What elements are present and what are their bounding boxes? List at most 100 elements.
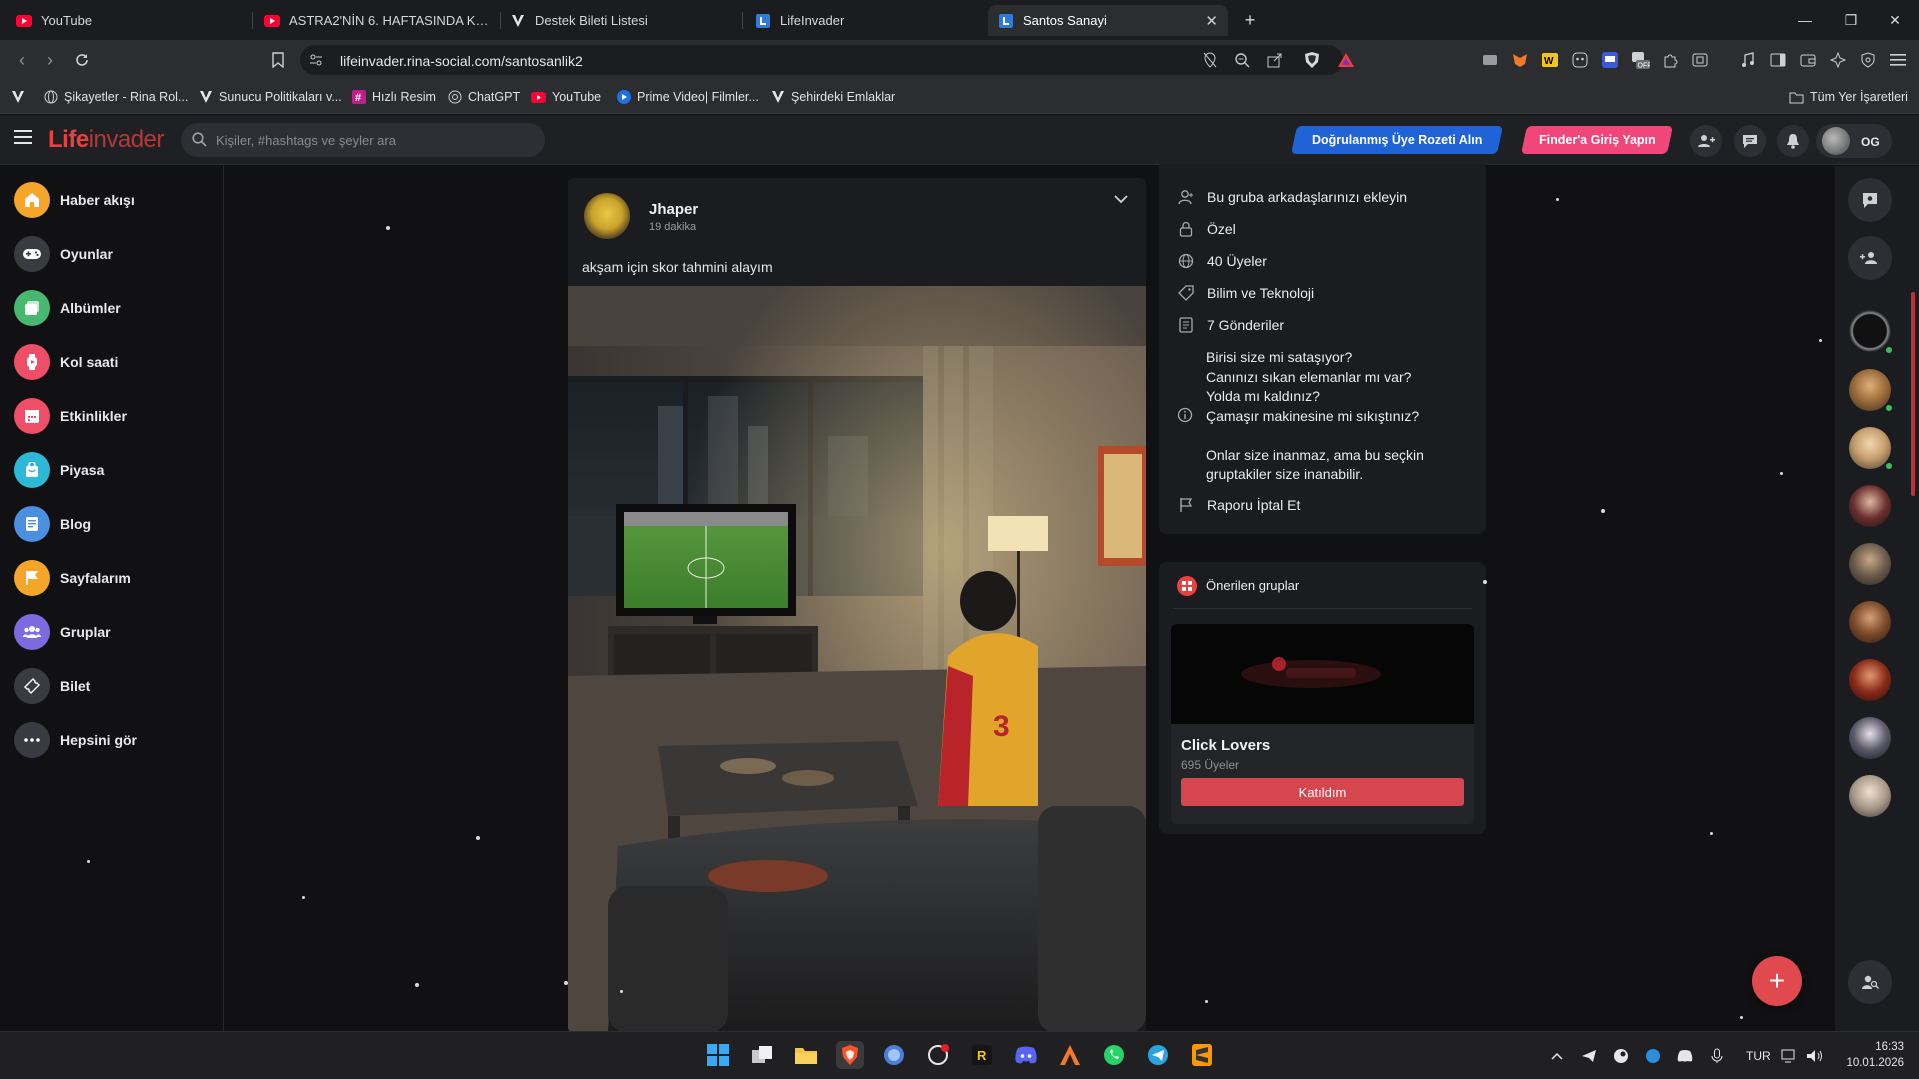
bookmark-hizli-resim[interactable]: # Hızlı Resim <box>351 88 436 106</box>
sidebar-item-gruplar[interactable]: Gruplar <box>14 614 111 650</box>
all-bookmarks[interactable]: Tüm Yer İşaretleri <box>1789 88 1908 106</box>
scrollbar[interactable] <box>1911 292 1915 496</box>
whatsapp-button[interactable] <box>1100 1041 1128 1069</box>
hamburger-menu-icon[interactable] <box>14 130 32 144</box>
sidebar-item-sayfalarim[interactable]: Sayfalarım <box>14 560 131 596</box>
sublime-text-button[interactable] <box>1188 1041 1216 1069</box>
zoom-icon[interactable] <box>1232 50 1252 70</box>
find-friends-button[interactable] <box>1848 960 1892 1004</box>
app-a-button[interactable] <box>1056 1041 1084 1069</box>
close-tab-icon[interactable]: ✕ <box>1205 12 1218 30</box>
friend-avatar[interactable] <box>1849 485 1891 527</box>
sidebar-item-bilet[interactable]: Bilet <box>14 668 90 704</box>
post-image[interactable]: 3 <box>568 286 1146 1033</box>
friend-avatar[interactable] <box>1849 369 1891 411</box>
lifeinvader-logo[interactable]: Lifeinvader <box>48 126 164 154</box>
share-icon[interactable] <box>1265 50 1285 70</box>
tray-steam-icon[interactable] <box>1612 1047 1630 1065</box>
bookmark-sikayetler[interactable]: Şikayetler - Rina Rol... <box>43 88 188 106</box>
verified-badge-button[interactable]: Doğrulanmış Üye Rozeti Alın <box>1291 126 1503 154</box>
tab-lifeinvader[interactable]: LifeInvader <box>745 5 985 36</box>
extension-off-icon[interactable]: OFF <box>1630 50 1650 70</box>
friend-avatar[interactable] <box>1849 543 1891 585</box>
tray-chevron-up-icon[interactable] <box>1548 1047 1566 1065</box>
bookmark-v[interactable] <box>10 88 31 106</box>
chat-button[interactable] <box>1848 178 1892 222</box>
app-refresh-button[interactable] <box>924 1041 952 1069</box>
report-row[interactable]: Raporu İptal Et <box>1177 496 1300 515</box>
suggested-group-item[interactable]: Click Lovers 695 Üyeler Katıldım <box>1171 624 1474 824</box>
brave-browser-button[interactable] <box>836 1041 864 1069</box>
discord-button[interactable] <box>1012 1041 1040 1069</box>
file-explorer-button[interactable] <box>792 1041 820 1069</box>
sidebar-toggle-icon[interactable] <box>1768 50 1788 70</box>
extension-icon[interactable] <box>1480 50 1500 70</box>
extension-fox-icon[interactable] <box>1510 50 1530 70</box>
friend-avatar[interactable] <box>1849 717 1891 759</box>
tab-youtube[interactable]: YouTube <box>6 5 251 36</box>
user-avatar[interactable] <box>1822 127 1850 155</box>
bookmark-sehirdeki-emlaklar[interactable]: Şehirdeki Emlaklar <box>770 88 895 106</box>
app-r-button[interactable]: R <box>968 1041 996 1069</box>
post-author-name[interactable]: Jhaper <box>649 201 698 218</box>
group-chat-button[interactable] <box>1848 236 1892 280</box>
friend-avatar[interactable] <box>1849 659 1891 701</box>
sidebar-item-oyunlar[interactable]: Oyunlar <box>14 236 113 272</box>
sidebar-item-piyasa[interactable]: Piyasa <box>14 452 104 488</box>
bookmark-sunucu-politikalari[interactable]: Sunucu Politikaları v... <box>198 88 342 106</box>
close-window-button[interactable]: ✕ <box>1880 8 1910 32</box>
extension-w-icon[interactable]: W <box>1540 50 1560 70</box>
bookmark-youtube[interactable]: YouTube <box>531 88 601 106</box>
joined-button[interactable]: Katıldım <box>1181 778 1464 806</box>
chevron-down-icon[interactable] <box>1114 194 1128 208</box>
location-off-icon[interactable] <box>1200 50 1220 70</box>
friend-avatar[interactable] <box>1849 601 1891 643</box>
menu-icon[interactable] <box>1888 50 1908 70</box>
bookmark-prime-video[interactable]: Prime Video| Filmler... <box>616 88 759 106</box>
restore-button[interactable]: ❐ <box>1836 8 1866 32</box>
bookmark-chatgpt[interactable]: ChatGPT <box>447 88 520 106</box>
create-post-button[interactable]: + <box>1752 956 1802 1006</box>
brave-shield-icon[interactable] <box>1302 50 1322 70</box>
wallet-icon[interactable] <box>1798 50 1818 70</box>
network-icon[interactable] <box>1780 1047 1798 1065</box>
brave-rewards-icon[interactable] <box>1336 50 1356 70</box>
sidebar-item-haber-akisi[interactable]: Haber akışı <box>14 182 135 218</box>
friend-requests-button[interactable] <box>1690 125 1722 157</box>
tray-discord-icon[interactable] <box>1676 1047 1694 1065</box>
messages-button[interactable] <box>1734 125 1766 157</box>
task-view-button[interactable] <box>748 1041 776 1069</box>
sidebar-item-hepsini-gor[interactable]: Hepsini gör <box>14 722 137 758</box>
forward-button[interactable]: › <box>38 48 62 72</box>
group-name[interactable]: Click Lovers <box>1181 737 1270 754</box>
post-author-avatar[interactable] <box>584 193 630 239</box>
tray-telegram-icon[interactable] <box>1580 1047 1598 1065</box>
reload-button[interactable] <box>70 48 94 72</box>
friend-avatar[interactable] <box>1849 427 1891 469</box>
finder-login-button[interactable]: Finder'a Giriş Yapın <box>1521 126 1673 154</box>
app-circle-button[interactable] <box>880 1041 908 1069</box>
site-settings-icon[interactable] <box>306 50 326 70</box>
tab-astra2[interactable]: ASTRA2'NİN 6. HAFTASINDA KAZAN... <box>254 5 499 36</box>
friend-avatar[interactable] <box>1849 775 1891 817</box>
volume-icon[interactable] <box>1806 1047 1824 1065</box>
tray-blue-circle-icon[interactable] <box>1644 1047 1662 1065</box>
extension-screenshot-icon[interactable] <box>1690 50 1710 70</box>
sidebar-item-albumler[interactable]: Albümler <box>14 290 121 326</box>
extension-face-icon[interactable] <box>1570 50 1590 70</box>
tab-destek-bileti[interactable]: Destek Bileti Listesi <box>500 5 745 36</box>
notifications-button[interactable] <box>1777 125 1809 157</box>
friend-avatar[interactable] <box>1849 310 1891 352</box>
sidebar-item-blog[interactable]: Blog <box>14 506 91 542</box>
extensions-puzzle-icon[interactable] <box>1660 50 1680 70</box>
group-thumbnail[interactable] <box>1171 624 1474 724</box>
vpn-shield-icon[interactable] <box>1858 50 1878 70</box>
bookmark-page-icon[interactable] <box>268 50 288 70</box>
minimize-button[interactable]: — <box>1790 8 1820 32</box>
language-indicator[interactable]: TUR <box>1746 1049 1771 1063</box>
sidebar-item-kol-saati[interactable]: Kol saati <box>14 344 118 380</box>
start-button[interactable] <box>704 1041 732 1069</box>
members-row[interactable]: 40 Üyeler <box>1177 252 1267 271</box>
add-friends-row[interactable]: Bu gruba arkadaşlarınızı ekleyin <box>1177 188 1407 207</box>
new-tab-button[interactable]: + <box>1235 8 1265 32</box>
